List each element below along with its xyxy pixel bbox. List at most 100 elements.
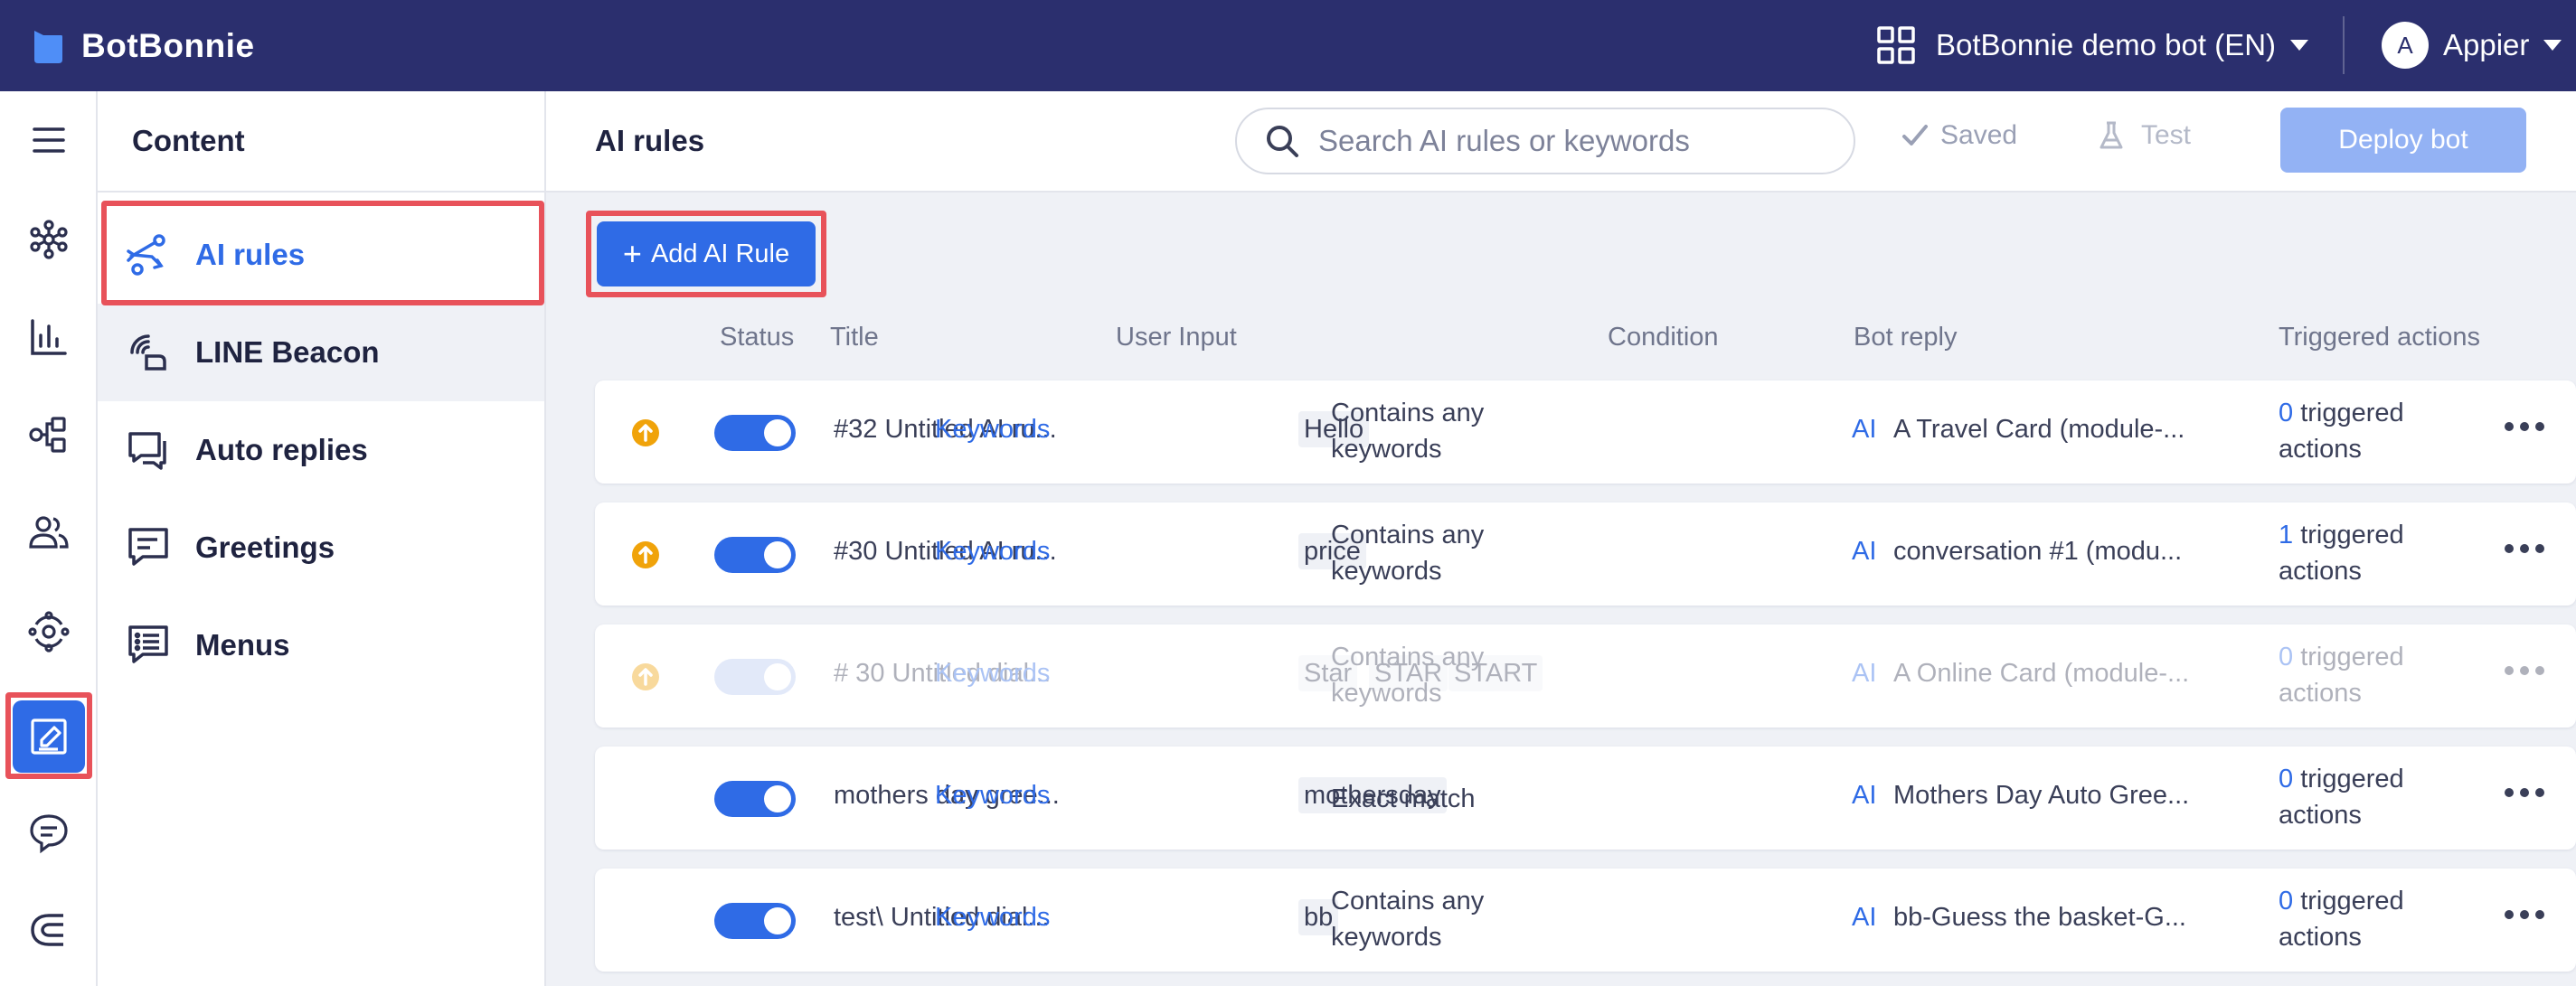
search-input[interactable] bbox=[1318, 124, 1825, 158]
sidebar-item-line-beacon[interactable]: LINE Beacon bbox=[98, 304, 544, 401]
deploy-bot-button[interactable]: Deploy bot bbox=[2280, 108, 2526, 173]
highlight-box bbox=[101, 201, 544, 305]
reply-type: AI bbox=[1852, 415, 1877, 444]
users-icon[interactable] bbox=[13, 496, 85, 568]
search-icon bbox=[1267, 126, 1298, 157]
sidebar-item-label: Auto replies bbox=[195, 433, 368, 466]
search-box[interactable] bbox=[1235, 108, 1855, 174]
beacon-icon bbox=[130, 334, 166, 371]
triggered-actions: 0 triggered actions bbox=[2279, 761, 2459, 833]
sync-icon[interactable] bbox=[13, 596, 85, 668]
sidebar-item-menus[interactable]: Menus bbox=[98, 596, 544, 694]
input-type: Keywords bbox=[935, 781, 1051, 810]
highlight-box bbox=[586, 211, 826, 297]
triggered-actions: 0 triggered actions bbox=[2279, 395, 2459, 467]
greeting-icon bbox=[128, 528, 168, 566]
more-icon[interactable] bbox=[2505, 544, 2544, 555]
app-name: BotBonnie bbox=[81, 27, 255, 64]
rule-condition: Contains any keywords bbox=[1331, 887, 1485, 952]
status-toggle[interactable] bbox=[714, 659, 796, 695]
main-header: AI rules Saved Test Deploy bot bbox=[546, 91, 2576, 193]
bot-reply[interactable]: A Online Card (module-... bbox=[1893, 659, 2189, 689]
more-icon[interactable] bbox=[2505, 422, 2544, 433]
triggered-count[interactable]: 0 bbox=[2279, 399, 2293, 427]
rule-condition: Contains any keywords bbox=[1331, 399, 1485, 464]
menu-icon bbox=[128, 625, 168, 663]
triggered-count[interactable]: 0 bbox=[2279, 643, 2293, 671]
network-icon[interactable] bbox=[13, 203, 85, 276]
more-icon[interactable] bbox=[2505, 788, 2544, 799]
magnet-icon[interactable] bbox=[13, 894, 85, 966]
triggered-count[interactable]: 0 bbox=[2279, 765, 2293, 793]
test-label: Test bbox=[2141, 120, 2192, 150]
account-name: Appier bbox=[2443, 28, 2530, 61]
more-icon[interactable] bbox=[2505, 910, 2544, 921]
status-toggle[interactable] bbox=[714, 903, 796, 939]
saved-status: Saved bbox=[1901, 120, 2017, 151]
grid-icon bbox=[1876, 25, 1916, 65]
triggered-count[interactable]: 0 bbox=[2279, 887, 2293, 916]
more-icon[interactable] bbox=[2505, 666, 2544, 677]
bot-reply[interactable]: conversation #1 (modu... bbox=[1893, 537, 2182, 567]
column-header-triggered-actions: Triggered actions bbox=[2279, 323, 2480, 352]
status-toggle[interactable] bbox=[714, 415, 796, 451]
status-toggle[interactable] bbox=[714, 781, 796, 817]
chat-icon[interactable] bbox=[13, 796, 85, 869]
table-row[interactable]: #30 Untitled AI ru... Keywords price Con… bbox=[595, 502, 2576, 606]
auto-reply-icon bbox=[128, 432, 166, 470]
nav-rail bbox=[0, 91, 98, 986]
rule-condition: Contains any keywords bbox=[1331, 521, 1485, 586]
table-row[interactable]: #32 Untitled AI ru... Keywords Hello Con… bbox=[595, 380, 2576, 484]
table-row[interactable]: mothers day gree... Keywords mothersday … bbox=[595, 747, 2576, 850]
table-row[interactable]: # 30 Untitled dial... Keywords Star STAR… bbox=[595, 624, 2576, 728]
bot-switcher[interactable]: BotBonnie demo bot (EN) bbox=[1876, 20, 2309, 70]
test-button[interactable]: Test bbox=[2098, 120, 2191, 151]
logo-icon bbox=[34, 31, 62, 63]
input-type: Keywords bbox=[935, 903, 1051, 932]
avatar: A bbox=[2382, 22, 2429, 69]
account-menu[interactable]: A Appier bbox=[2382, 20, 2562, 70]
saved-label: Saved bbox=[1940, 120, 2018, 150]
triggered-label: triggered actions bbox=[2279, 399, 2404, 464]
sidebar-item-auto-replies[interactable]: Auto replies bbox=[98, 401, 544, 499]
input-type: Keywords bbox=[935, 537, 1051, 566]
rule-condition: Contains any keywords bbox=[1331, 643, 1485, 708]
arrow-up-circle-icon bbox=[632, 663, 659, 690]
bot-reply[interactable]: Mothers Day Auto Gree... bbox=[1893, 781, 2189, 811]
flask-icon bbox=[2099, 121, 2123, 149]
triggered-label: triggered actions bbox=[2279, 765, 2404, 830]
sidebar-item-label: Greetings bbox=[195, 531, 335, 564]
column-header-condition: Condition bbox=[1608, 323, 1719, 352]
column-header-title: Title bbox=[830, 323, 879, 352]
chevron-down-icon bbox=[2543, 40, 2562, 51]
hamburger-icon[interactable] bbox=[13, 104, 85, 176]
reply-type: AI bbox=[1852, 659, 1877, 688]
highlight-box bbox=[5, 692, 92, 779]
reply-type: AI bbox=[1852, 903, 1877, 932]
arrow-up-circle-icon bbox=[632, 541, 659, 568]
main-content: AI rules Saved Test Deploy bot + Add AI … bbox=[546, 91, 2576, 986]
status-toggle[interactable] bbox=[714, 537, 796, 573]
input-type: Keywords bbox=[935, 415, 1051, 444]
triggered-actions: 0 triggered actions bbox=[2279, 639, 2459, 711]
bot-reply[interactable]: A Travel Card (module-... bbox=[1893, 415, 2184, 445]
chart-icon[interactable] bbox=[13, 301, 85, 373]
sidebar-item-label: Menus bbox=[195, 628, 290, 662]
triggered-label: triggered actions bbox=[2279, 521, 2404, 586]
table-row[interactable]: test\ Untitled dial... Keywords bb Conta… bbox=[595, 869, 2576, 972]
bot-reply[interactable]: bb-Guess the basket-G... bbox=[1893, 903, 2186, 933]
check-icon bbox=[1902, 125, 1928, 146]
column-header-user-input: User Input bbox=[1116, 323, 1237, 352]
triggered-count[interactable]: 1 bbox=[2279, 521, 2293, 549]
bot-name: BotBonnie demo bot (EN) bbox=[1936, 28, 2277, 61]
triggered-label: triggered actions bbox=[2279, 643, 2404, 708]
input-type: Keywords bbox=[935, 659, 1051, 688]
logo[interactable]: BotBonnie bbox=[33, 23, 255, 69]
topbar-divider bbox=[2343, 16, 2345, 74]
sidebar-item-greetings[interactable]: Greetings bbox=[98, 499, 544, 596]
reply-type: AI bbox=[1852, 781, 1877, 810]
arrow-up-circle-icon bbox=[632, 419, 659, 446]
rule-condition: Exact match bbox=[1331, 784, 1476, 813]
triggered-label: triggered actions bbox=[2279, 887, 2404, 952]
flow-icon[interactable] bbox=[13, 399, 85, 471]
